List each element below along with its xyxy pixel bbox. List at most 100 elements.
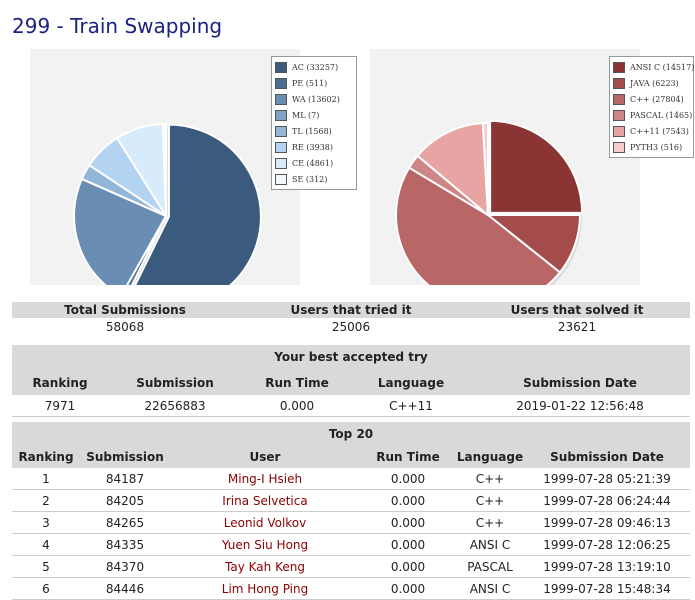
run-time-cell: 0.000 [390,581,426,596]
user-link[interactable]: Irina Selvetica [170,494,360,508]
legend-item: WA (13602) [275,91,353,107]
user-link[interactable]: Yuen Siu Hong [170,538,360,552]
best-try-row: 7971 22656883 0.000 C++11 2019-01-22 12:… [12,395,690,417]
submission-cell: 84265 [105,515,145,530]
date-cell: 1999-07-28 05:21:39 [543,471,671,486]
legend-item: C++11 (7543) [613,123,690,139]
table-row: 4 84335 Yuen Siu Hong 0.000 ANSI C 1999-… [12,534,690,556]
run-time-cell: 0.000 [390,537,426,552]
date-cell: 1999-07-28 13:19:10 [543,559,671,574]
submission-cell: 84187 [105,471,145,486]
date-cell: 1999-07-28 12:06:25 [543,537,671,552]
date-cell: 1999-07-28 09:46:13 [543,515,671,530]
legend-item: ML (7) [275,107,353,123]
users-solved-value: 23621 [557,320,597,334]
language-cell: C++ [475,493,505,508]
date-cell: 1999-07-28 15:48:34 [543,581,671,596]
language-chart-panel: ANSI C (14517) JAVA (6223) C++ (27804) PASC… [370,49,694,285]
legend-swatch [275,109,287,121]
legend-swatch [613,141,625,153]
table-row: 2 84205 Irina Selvetica 0.000 C++ 1999-0… [12,490,690,512]
table-row: 1 84187 Ming-I Hsieh 0.000 C++ 1999-07-2… [12,468,690,490]
legend-swatch [613,61,625,73]
legend-item: PYTH3 (516) [613,139,690,155]
best-run-time: 0.000 [279,398,315,413]
submission-cell: 84446 [105,581,145,596]
legend-swatch [275,93,287,105]
language-cell: ANSI C [469,581,511,596]
run-time-cell: 0.000 [390,493,426,508]
legend-label: C++ (27804) [630,94,684,104]
language-cell: PASCAL [467,559,513,574]
stats-table: Total Submissions Users that tried it Us… [12,302,690,336]
run-time-cell: 0.000 [390,559,426,574]
best-try-caption: Your best accepted try [12,345,690,370]
legend-item: PASCAL (1465) [613,107,693,123]
stats-header-row: Total Submissions Users that tried it Us… [12,302,690,318]
header-user: User [249,450,281,464]
user-link[interactable]: Lim Hong Ping [170,582,360,596]
legend-label: CE (4861) [292,158,334,168]
rank-cell: 6 [42,581,50,596]
header-submission-date: Submission Date [550,450,664,464]
rank-cell: 3 [42,515,50,530]
users-tried-value: 25006 [331,320,371,334]
legend-item: JAVA (6223) [613,75,690,91]
page-title: 299 - Train Swapping [12,14,223,38]
verdict-chart-panel: AC (33257) PE (511) WA (13602) ML (7) TL (15… [30,49,357,285]
language-cell: C++ [475,515,505,530]
legend-swatch [275,77,287,89]
legend-label: C++11 (7543) [630,126,689,136]
legend-item: AC (33257) [275,59,353,75]
best-try-table: Your best accepted try Ranking Submissio… [12,345,690,417]
legend-swatch [613,109,625,121]
header-ranking: Ranking [32,375,88,390]
legend-label: RE (3938) [292,142,334,152]
stats-value-row: 58068 25006 23621 [12,318,690,336]
header-language: Language [377,375,445,390]
legend-label: SE (312) [292,174,328,184]
legend-label: JAVA (6223) [630,78,679,88]
submission-cell: 84370 [105,559,145,574]
legend-swatch [613,125,625,137]
table-row: 6 84446 Lim Hong Ping 0.000 ANSI C 1999-… [12,578,690,600]
legend-item: CE (4861) [275,155,353,171]
header-users-tried: Users that tried it [290,303,412,317]
legend-swatch [613,93,625,105]
submission-cell: 84205 [105,493,145,508]
user-link[interactable]: Tay Kah Keng [170,560,360,574]
legend-item: ANSI C (14517) [613,59,694,75]
header-ranking: Ranking [18,450,74,464]
legend-label: PASCAL (1465) [630,110,693,120]
legend-item: SE (312) [275,171,353,187]
best-submission-date: 2019-01-22 12:56:48 [516,398,644,413]
header-total-submissions: Total Submissions [64,303,186,317]
legend-swatch [275,173,287,185]
legend-label: ANSI C (14517) [630,62,695,72]
user-link[interactable]: Leonid Volkov [170,516,360,530]
header-submission: Submission [86,450,164,464]
rank-cell: 5 [42,559,50,574]
verdict-legend: AC (33257) PE (511) WA (13602) ML (7) TL (15… [271,56,357,190]
legend-item: RE (3938) [275,139,353,155]
language-cell: C++ [475,471,505,486]
best-submission: 22656883 [144,398,206,413]
table-row: 5 84370 Tay Kah Keng 0.000 PASCAL 1999-0… [12,556,690,578]
rank-cell: 4 [42,537,50,552]
language-cell: ANSI C [469,537,511,552]
header-run-time: Run Time [376,450,440,464]
legend-swatch [613,77,625,89]
legend-label: PE (511) [292,78,328,88]
top20-header-row: Ranking Submission User Run Time Languag… [12,446,690,468]
legend-swatch [275,61,287,73]
legend-item: PE (511) [275,75,353,91]
user-link[interactable]: Ming-I Hsieh [170,472,360,486]
header-submission-date: Submission Date [523,375,637,390]
legend-label: ML (7) [292,110,320,120]
legend-swatch [275,157,287,169]
legend-label: TL (1568) [292,126,332,136]
language-pie-chart [395,119,584,285]
date-cell: 1999-07-28 06:24:44 [543,493,671,508]
legend-swatch [275,125,287,137]
top20-table: Top 20 Ranking Submission User Run Time … [12,422,690,600]
